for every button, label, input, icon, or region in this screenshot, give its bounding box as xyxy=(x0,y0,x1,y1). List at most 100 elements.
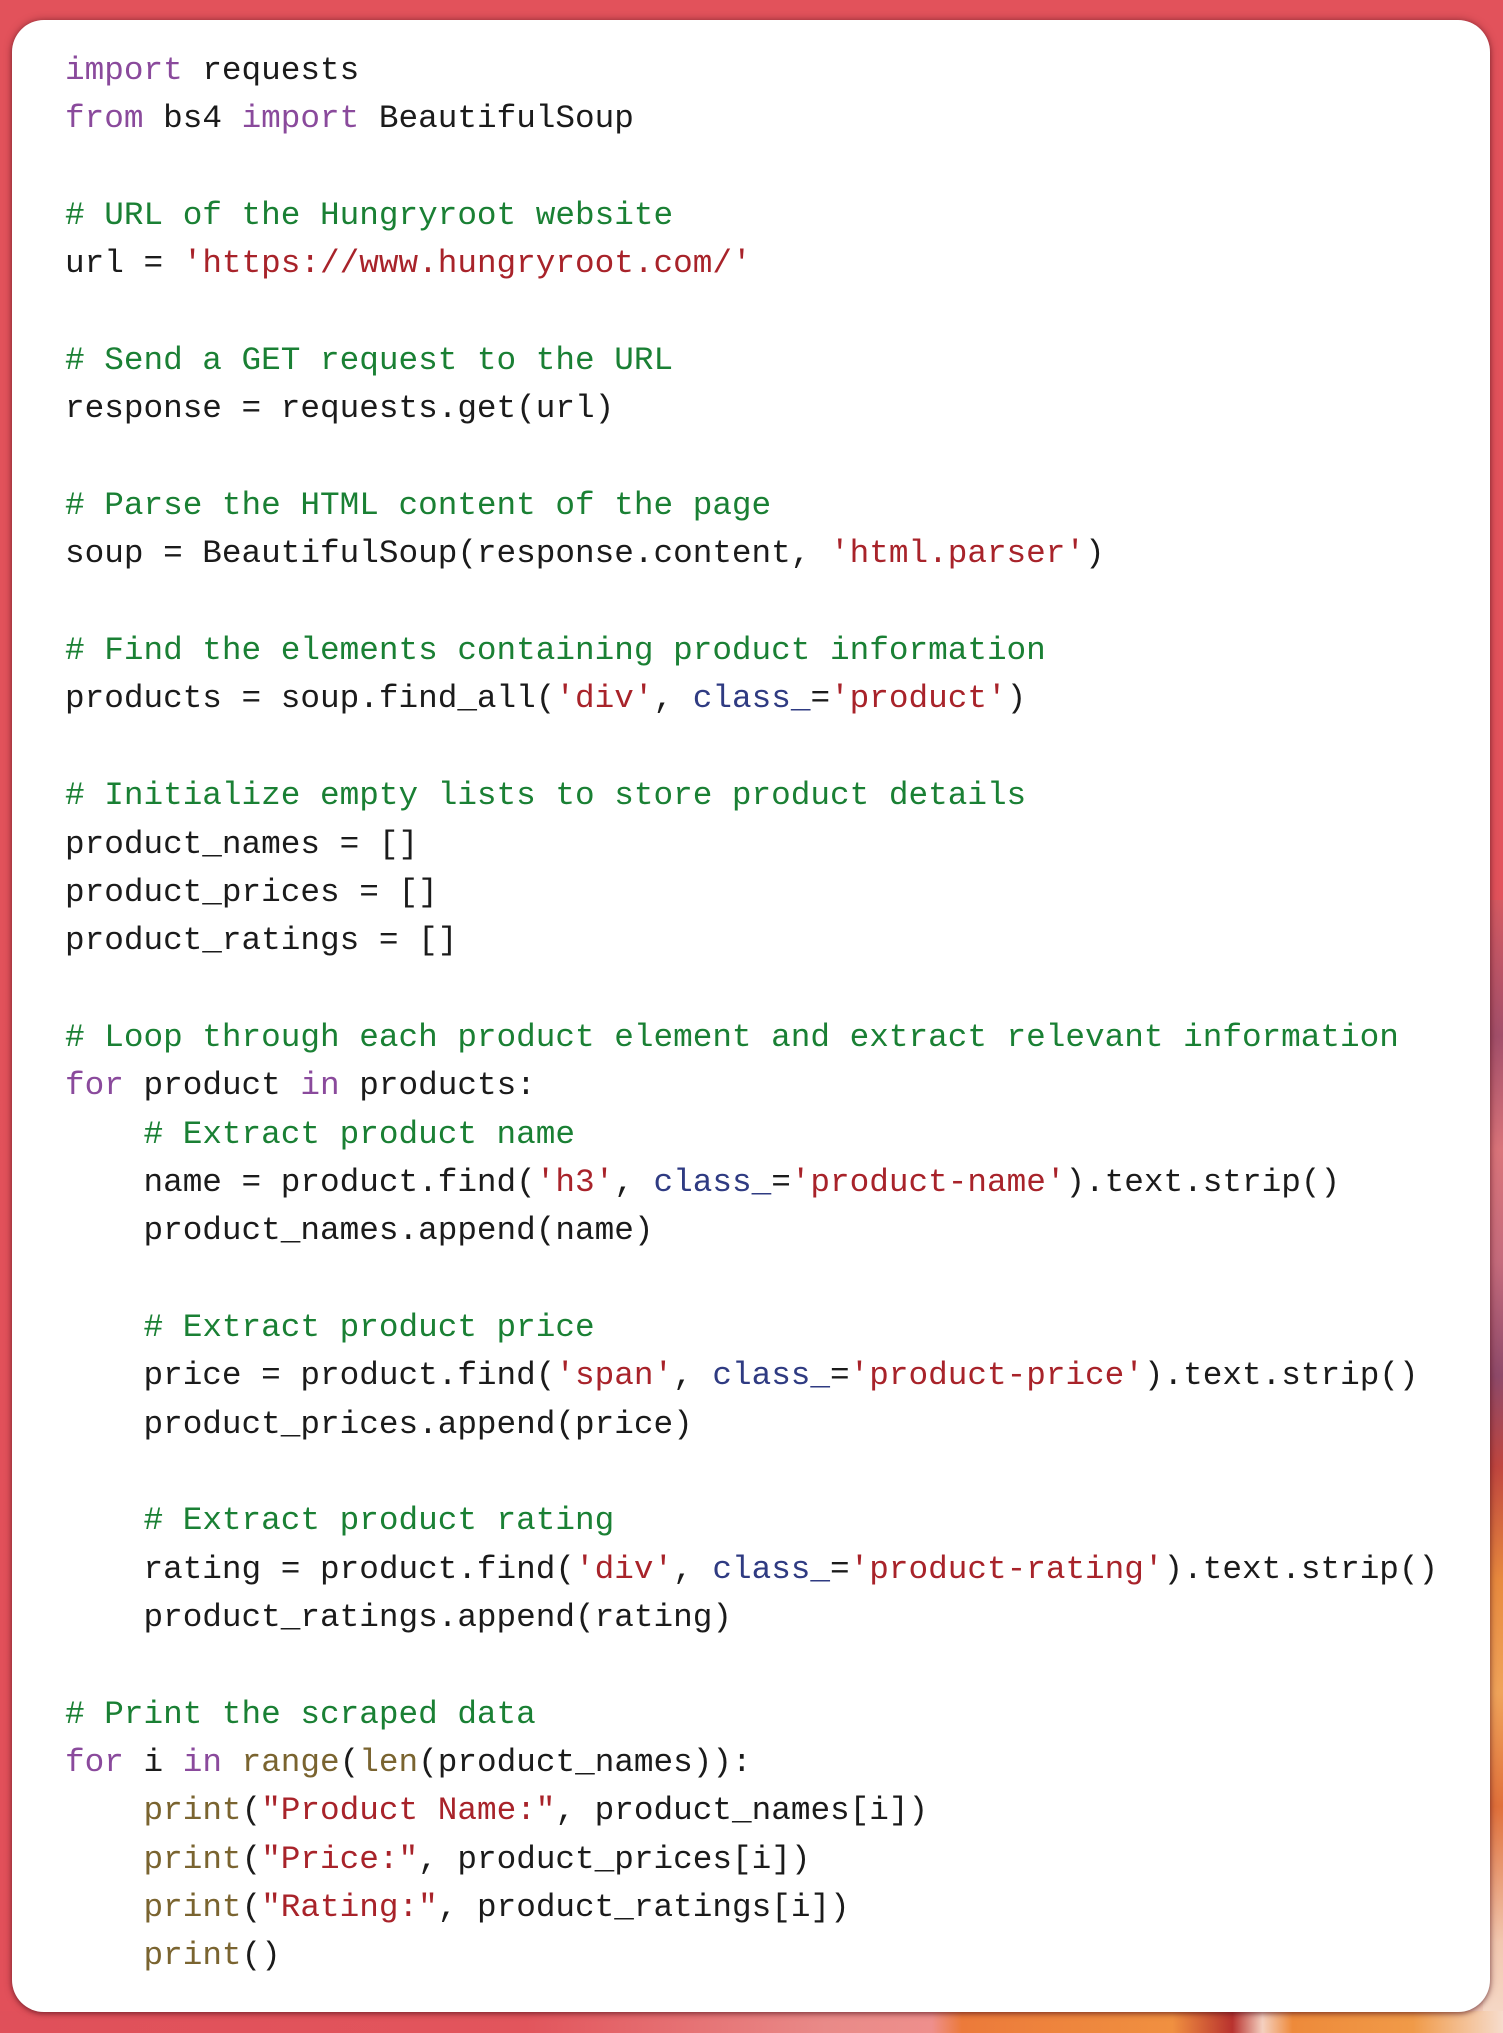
token-plain: name = product.find( xyxy=(65,1163,536,1201)
token-builtin: range xyxy=(241,1744,340,1782)
token-plain: ) xyxy=(1006,680,1027,718)
token-plain: , xyxy=(673,1550,713,1588)
code-line: product_prices.append(price) xyxy=(65,1401,1490,1449)
token-plain: product_ratings = [] xyxy=(65,922,458,960)
blank-line: ​ xyxy=(65,579,1490,627)
token-plain: ).text.strip() xyxy=(1143,1357,1419,1395)
code-line: product_prices = [] xyxy=(65,869,1490,917)
token-keyword: in xyxy=(300,1067,340,1105)
code-line: rating = product.find('div', class_='pro… xyxy=(65,1546,1490,1594)
token-plain: (product_names)): xyxy=(418,1744,752,1782)
token-plain: i xyxy=(123,1744,183,1782)
token-plain: = xyxy=(830,1550,850,1588)
token-plain: response = requests.get(url) xyxy=(65,390,615,428)
token-plain: , xyxy=(673,1357,713,1395)
token-plain: ( xyxy=(241,1840,262,1878)
token-keyword: from xyxy=(65,100,144,138)
token-plain: product_prices = [] xyxy=(65,873,438,911)
token-plain: = xyxy=(830,1357,850,1395)
token-string: 'span' xyxy=(555,1357,674,1395)
token-plain: products = soup.find_all( xyxy=(65,680,556,718)
code-line: for i in range(len(product_names)): xyxy=(65,1739,1490,1787)
token-comment: # Parse the HTML content of the page xyxy=(65,487,772,525)
token-comment: # URL of the Hungryroot website xyxy=(65,197,674,235)
token-builtin: len xyxy=(359,1744,419,1782)
token-keyword: import xyxy=(241,100,360,138)
token-plain: price = product.find( xyxy=(65,1357,556,1395)
token-comment: # Print the scraped data xyxy=(65,1695,536,1733)
token-plain: ).text.strip() xyxy=(1163,1550,1439,1588)
token-plain: BeautifulSoup xyxy=(359,100,634,138)
blank-line: ​ xyxy=(65,966,1490,1014)
token-plain: = xyxy=(771,1163,791,1201)
token-string: 'https://www.hungryroot.com/' xyxy=(182,245,752,283)
code-line: # Loop through each product element and … xyxy=(65,1014,1490,1062)
token-keyword: in xyxy=(182,1744,222,1782)
code-line: soup = BeautifulSoup(response.content, '… xyxy=(65,530,1490,578)
token-plain: soup = BeautifulSoup(response.content, xyxy=(65,535,831,573)
token-string: 'div' xyxy=(575,1550,674,1588)
token-keyword: for xyxy=(65,1067,124,1105)
token-plain: bs4 xyxy=(143,100,242,138)
code-line: product_ratings.append(rating) xyxy=(65,1594,1490,1642)
code-line: print() xyxy=(65,1932,1490,1980)
token-builtin: print xyxy=(143,1840,242,1878)
token-comment: # Extract product rating xyxy=(143,1502,615,1540)
token-string: "Rating:" xyxy=(261,1889,438,1927)
token-builtin: print xyxy=(143,1937,242,1975)
token-plain: requests xyxy=(182,52,360,89)
code-line: response = requests.get(url) xyxy=(65,385,1490,433)
token-comment: # Loop through each product element and … xyxy=(65,1018,1399,1056)
token-comment: # Initialize empty lists to store produc… xyxy=(65,777,1027,815)
background-texture-bottom xyxy=(0,2011,1503,2033)
blank-line: ​ xyxy=(65,144,1490,192)
token-builtin: print xyxy=(143,1792,242,1830)
token-string: "Price:" xyxy=(261,1840,419,1878)
code-line: from bs4 import BeautifulSoup xyxy=(65,95,1490,143)
token-plain: product_names.append(name) xyxy=(65,1212,654,1250)
code-block: import requests from bs4 import Beautiful… xyxy=(65,47,1490,1981)
token-keyword: for xyxy=(65,1744,124,1782)
code-line: products = soup.find_all('div', class_='… xyxy=(65,675,1490,723)
code-line: # Send a GET request to the URL xyxy=(65,337,1490,385)
token-plain: , xyxy=(614,1163,654,1201)
token-string: 'product-price' xyxy=(849,1357,1144,1395)
token-param: class_ xyxy=(692,680,811,718)
blank-line: ​ xyxy=(65,289,1490,337)
token-plain: , product_prices[i]) xyxy=(418,1840,811,1878)
token-plain: ) xyxy=(1085,535,1105,573)
token-param: class_ xyxy=(712,1357,831,1395)
token-plain: product xyxy=(123,1067,301,1105)
token-plain: , product_names[i]) xyxy=(555,1792,929,1830)
code-line: # Extract product rating xyxy=(65,1497,1490,1545)
token-plain: , product_ratings[i]) xyxy=(437,1889,850,1927)
blank-line: ​ xyxy=(65,1642,1490,1690)
code-line: for product in products: xyxy=(65,1062,1490,1110)
token-param: class_ xyxy=(653,1163,772,1201)
code-line: name = product.find('h3', class_='produc… xyxy=(65,1159,1490,1207)
token-comment: # Extract product price xyxy=(143,1308,595,1346)
token-string: 'html.parser' xyxy=(830,535,1086,573)
token-string: "Product Name:" xyxy=(261,1792,556,1830)
token-string: 'h3' xyxy=(535,1163,615,1201)
blank-line: ​ xyxy=(65,434,1490,482)
code-line: product_ratings = [] xyxy=(65,917,1490,965)
code-line: # Find the elements containing product i… xyxy=(65,627,1490,675)
code-line: # Print the scraped data xyxy=(65,1691,1490,1739)
token-string: 'product' xyxy=(830,680,1007,718)
token-plain: = xyxy=(810,680,831,718)
code-line: url = 'https://www.hungryroot.com/' xyxy=(65,240,1490,288)
code-line: # Extract product price xyxy=(65,1304,1490,1352)
code-line: price = product.find('span', class_='pro… xyxy=(65,1352,1490,1400)
code-line: # Parse the HTML content of the page xyxy=(65,482,1490,530)
blank-line: ​ xyxy=(65,1449,1490,1497)
code-line: print("Price:", product_prices[i]) xyxy=(65,1836,1490,1884)
